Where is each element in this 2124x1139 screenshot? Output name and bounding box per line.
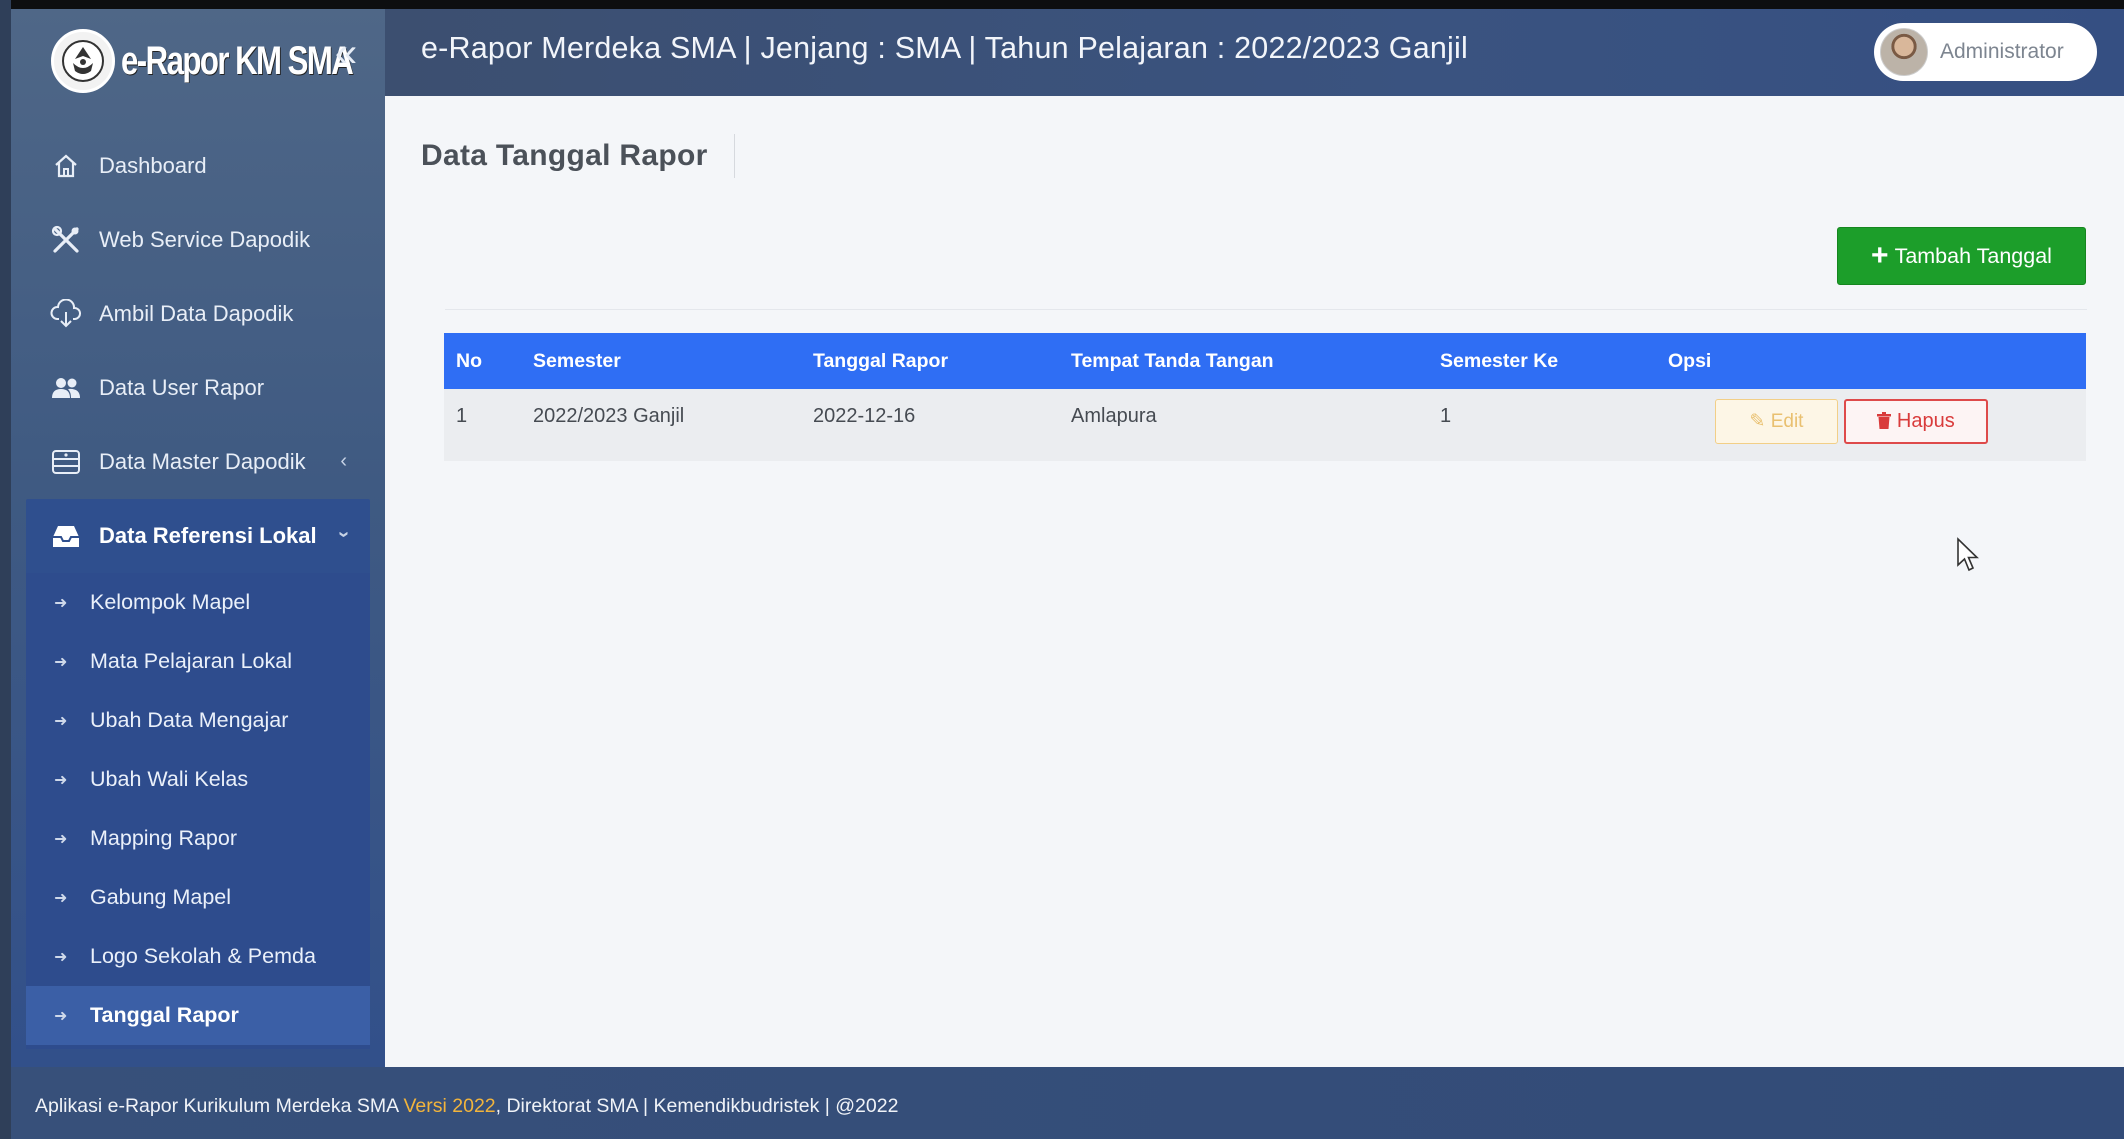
table-row: 1 2022/2023 Ganjil 2022-12-16 Amlapura 1… xyxy=(444,389,2086,461)
column-header-no[interactable]: No xyxy=(444,333,521,389)
column-header-opsi: Opsi xyxy=(1656,333,2086,389)
add-date-button[interactable]: + Tambah Tanggal xyxy=(1837,227,2086,285)
arrow-right-icon: ➜ xyxy=(54,830,68,848)
report-date-table: No Semester Tanggal Rapor Tempat Tanda T… xyxy=(444,333,2086,461)
sidebar-subitem-gabung-mapel[interactable]: ➜ Gabung Mapel xyxy=(26,868,370,927)
sidebar-item-dashboard[interactable]: Dashboard xyxy=(11,129,385,203)
page-title: Data Tanggal Rapor xyxy=(421,139,708,172)
column-header-tanggal-rapor[interactable]: Tanggal Rapor xyxy=(801,333,1059,389)
inbox-icon xyxy=(49,519,83,553)
sidebar-subitem-label: Logo Sekolah & Pemda xyxy=(90,944,316,968)
sidebar-subitem-label: Mapping Rapor xyxy=(90,826,238,850)
tools-icon xyxy=(49,223,83,257)
column-header-semester[interactable]: Semester xyxy=(521,333,801,389)
column-header-semester-ke[interactable]: Semester Ke xyxy=(1428,333,1656,389)
cloud-download-icon xyxy=(49,297,83,331)
sidebar-collapse-icon[interactable]: « xyxy=(326,33,366,73)
sidebar-subitem-mata-pelajaran-lokal[interactable]: ➜ Mata Pelajaran Lokal xyxy=(26,632,370,691)
sidebar-item-data-referensi-lokal[interactable]: Data Referensi Lokal › xyxy=(26,499,370,573)
edit-button-label: Edit xyxy=(1770,411,1804,432)
user-menu-button[interactable]: Administrator xyxy=(1874,23,2097,81)
sidebar-subitem-label: Tanggal Rapor xyxy=(90,1003,239,1027)
arrow-right-icon: ➜ xyxy=(54,948,68,966)
arrow-right-icon: ➜ xyxy=(54,771,68,789)
arrow-right-icon: ➜ xyxy=(54,1007,68,1025)
sidebar-subnav: ➜ Kelompok Mapel ➜ Mata Pelajaran Lokal … xyxy=(26,573,370,1049)
sidebar-subitem-ubah-wali-kelas[interactable]: ➜ Ubah Wali Kelas xyxy=(26,750,370,809)
cell-semester-ke: 1 xyxy=(1428,389,1656,461)
sidebar-item-label: Data User Rapor xyxy=(99,375,265,400)
tut-wuri-logo-icon xyxy=(51,29,115,93)
plus-icon: + xyxy=(1871,239,1889,272)
trash-icon xyxy=(1877,410,1897,432)
window-top-edge xyxy=(0,0,2124,9)
arrow-right-icon: ➜ xyxy=(54,889,68,907)
delete-button[interactable]: Hapus xyxy=(1844,399,1988,444)
footer: Aplikasi e-Rapor Kurikulum Merdeka SMA V… xyxy=(11,1067,2124,1139)
divider xyxy=(445,309,2087,310)
arrow-right-icon: ➜ xyxy=(54,712,68,730)
arrow-right-icon: ➜ xyxy=(54,653,68,671)
brand-name: e-Rapor KM SMA xyxy=(121,38,354,83)
sidebar-subitem-mapping-rapor[interactable]: ➜ Mapping Rapor xyxy=(26,809,370,868)
mouse-pointer-icon xyxy=(1956,537,1982,578)
sidebar-subitem-label: Mata Pelajaran Lokal xyxy=(90,649,292,673)
sidebar-subitem-label: Kelompok Mapel xyxy=(90,590,251,614)
main-content: Data Tanggal Rapor + Tambah Tanggal No S… xyxy=(385,96,2124,1067)
footer-version: Versi 2022 xyxy=(403,1095,496,1117)
database-icon xyxy=(49,445,83,479)
sidebar-subitem-tanggal-rapor[interactable]: ➜ Tanggal Rapor xyxy=(26,986,370,1045)
chevron-left-icon: ‹ xyxy=(340,450,347,472)
sidebar-subitem-label: Ubah Data Mengajar xyxy=(90,708,289,732)
cell-semester: 2022/2023 Ganjil xyxy=(521,389,801,461)
user-name: Administrator xyxy=(1940,40,2064,63)
sidebar-subitem-ubah-data-mengajar[interactable]: ➜ Ubah Data Mengajar xyxy=(26,691,370,750)
window-left-edge xyxy=(0,0,11,1139)
page-header: Data Tanggal Rapor xyxy=(421,134,735,178)
edit-icon: ✎ xyxy=(1749,411,1766,432)
header-title: e-Rapor Merdeka SMA | Jenjang : SMA | Ta… xyxy=(421,31,1468,65)
sidebar-nav: Dashboard Web Service Dapodik Ambil Data… xyxy=(11,129,385,1049)
edit-button[interactable]: ✎ Edit xyxy=(1715,399,1838,444)
cell-opsi: ✎ Edit Hapus xyxy=(1656,389,2086,461)
cell-no: 1 xyxy=(444,389,521,461)
cell-tanggal-rapor: 2022-12-16 xyxy=(801,389,1059,461)
home-icon xyxy=(49,149,83,183)
sidebar-item-data-user-rapor[interactable]: Data User Rapor xyxy=(11,351,385,425)
sidebar-item-data-master-dapodik[interactable]: Data Master Dapodik ‹ xyxy=(11,425,385,499)
table-header-row: No Semester Tanggal Rapor Tempat Tanda T… xyxy=(444,333,2086,389)
sidebar-subitem-label: Ubah Wali Kelas xyxy=(90,767,249,791)
top-header: e-Rapor Merdeka SMA | Jenjang : SMA | Ta… xyxy=(385,9,2124,96)
sidebar-item-label: Data Master Dapodik xyxy=(99,449,306,474)
sidebar-subitem-kelompok-mapel[interactable]: ➜ Kelompok Mapel xyxy=(26,573,370,632)
sidebar-item-label: Data Referensi Lokal xyxy=(99,523,317,548)
sidebar-subitem-logo-sekolah-pemda[interactable]: ➜ Logo Sekolah & Pemda xyxy=(26,927,370,986)
avatar xyxy=(1880,28,1928,76)
sidebar-item-label: Web Service Dapodik xyxy=(99,227,311,252)
title-divider xyxy=(733,134,735,178)
sidebar-item-label: Ambil Data Dapodik xyxy=(99,301,294,326)
delete-button-label: Hapus xyxy=(1896,410,1955,432)
add-date-button-label: Tambah Tanggal xyxy=(1894,243,2052,268)
sidebar-item-ambil-data-dapodik[interactable]: Ambil Data Dapodik xyxy=(11,277,385,351)
footer-text: Aplikasi e-Rapor Kurikulum Merdeka SMA V… xyxy=(35,1095,898,1118)
sidebar-item-web-service-dapodik[interactable]: Web Service Dapodik xyxy=(11,203,385,277)
sidebar: e-Rapor KM SMA « Dashboard Web Service D… xyxy=(11,9,385,1067)
sidebar-subitem-label: Gabung Mapel xyxy=(90,885,232,909)
footer-credits: , Direktorat SMA | Kemendikbudristek | @… xyxy=(495,1095,899,1117)
column-header-tempat-tanda-tangan[interactable]: Tempat Tanda Tangan xyxy=(1059,333,1428,389)
footer-app-text: Aplikasi e-Rapor Kurikulum Merdeka SMA xyxy=(35,1095,404,1117)
users-icon xyxy=(49,371,83,405)
cell-tempat-tanda-tangan: Amlapura xyxy=(1059,389,1428,461)
chevron-down-icon: › xyxy=(333,531,356,538)
sidebar-item-label: Dashboard xyxy=(99,153,207,178)
arrow-right-icon: ➜ xyxy=(54,594,68,612)
